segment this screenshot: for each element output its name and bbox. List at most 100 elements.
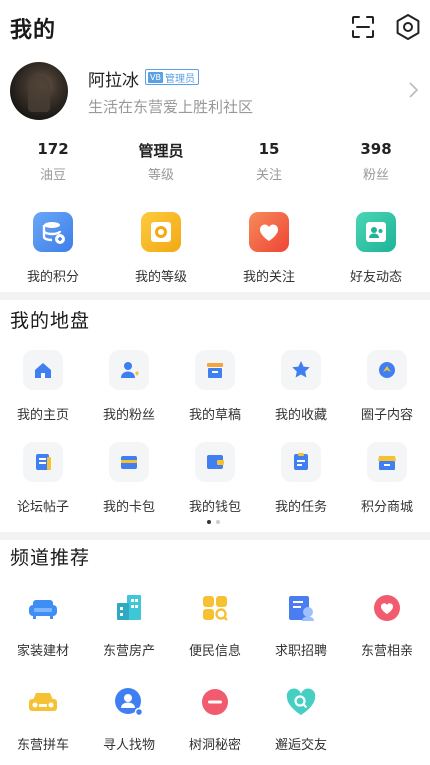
grid-item-wallet[interactable]: 我的钱包 [172, 442, 258, 515]
channel-home-furnishing[interactable]: 家装建材 [0, 588, 86, 659]
stats-row: 172 油豆 管理员 等级 15 关注 398 粉丝 [0, 140, 430, 188]
channel-label: 家装建材 [16, 644, 69, 659]
profile-page: 我的 阿拉冰 VB 管理员 生活在东营爱上胜利社区 172 油豆 管理员 等级 … [0, 0, 430, 765]
database-icon [33, 212, 73, 252]
channel-dating[interactable]: 东营相亲 [344, 588, 430, 659]
grid-item-label: 我的草稿 [188, 408, 241, 423]
heart-search-icon [281, 682, 321, 722]
stat-label: 粉丝 [362, 168, 389, 183]
quick-action-points[interactable]: 我的积分 [10, 212, 96, 285]
resume-icon [281, 588, 321, 628]
grid-item-card-pack[interactable]: 我的卡包 [86, 442, 172, 515]
top-bar: 我的 [0, 0, 430, 56]
grid-item-favorites[interactable]: 我的收藏 [258, 350, 344, 423]
grid-item-tasks[interactable]: 我的任务 [258, 442, 344, 515]
section-divider [0, 292, 430, 300]
wallet-icon [195, 442, 235, 482]
stat-beans[interactable]: 172 油豆 [10, 140, 96, 183]
profile-card[interactable]: 阿拉冰 VB 管理员 生活在东营爱上胜利社区 [0, 58, 430, 128]
stat-label: 油豆 [39, 168, 66, 183]
grid-item-drafts[interactable]: 我的草稿 [172, 350, 258, 423]
task-icon [281, 442, 321, 482]
grid-item-forum-posts[interactable]: 论坛帖子 [0, 442, 86, 515]
channel-label: 求职招聘 [274, 644, 327, 659]
channel-label: 寻人找物 [102, 738, 155, 753]
grid-item-label: 我的收藏 [274, 408, 327, 423]
stat-level[interactable]: 管理员 等级 [118, 140, 204, 183]
stat-value: 15 [258, 140, 280, 158]
channel-jobs[interactable]: 求职招聘 [258, 588, 344, 659]
section-title-territory: 我的地盘 [10, 310, 91, 332]
channel-carpool[interactable]: 东营拼车 [0, 682, 86, 753]
channel-label: 便民信息 [188, 644, 241, 659]
role-badge: VB 管理员 [145, 69, 199, 85]
quick-action-friends[interactable]: 好友动态 [333, 212, 419, 285]
badge-label: 管理员 [164, 73, 195, 85]
post-icon [23, 442, 63, 482]
search-person-icon [109, 682, 149, 722]
quick-action-following[interactable]: 我的关注 [226, 212, 312, 285]
channel-label: 东营拼车 [16, 738, 69, 753]
circle-icon [367, 350, 407, 390]
grid-item-label: 我的粉丝 [102, 408, 155, 423]
grid-item-home[interactable]: 我的主页 [0, 350, 86, 423]
secret-icon [195, 682, 235, 722]
star-icon [281, 350, 321, 390]
stat-value: 172 [37, 140, 69, 158]
section-divider [0, 532, 430, 540]
love-icon [367, 588, 407, 628]
grid-item-label: 积分商城 [360, 500, 413, 515]
channel-tree-hole[interactable]: 树洞秘密 [172, 682, 258, 753]
fans-icon [109, 350, 149, 390]
draft-icon [195, 350, 235, 390]
apps-icon [195, 588, 235, 628]
section-title-channels: 频道推荐 [10, 547, 91, 569]
settings-gear-icon[interactable] [393, 12, 423, 42]
quick-actions: 我的积分 我的等级 我的关注 好友动态 [0, 212, 430, 292]
quick-action-label: 我的积分 [26, 270, 79, 285]
username: 阿拉冰 [88, 71, 139, 91]
quick-action-label: 我的等级 [134, 270, 187, 285]
grid-item-label: 我的钱包 [188, 500, 241, 515]
shop-icon [367, 442, 407, 482]
grid-item-label: 论坛帖子 [16, 500, 69, 515]
page-dot-active [207, 520, 211, 524]
grid-item-label: 我的卡包 [102, 500, 155, 515]
quick-action-label: 好友动态 [349, 270, 402, 285]
quick-action-label: 我的关注 [242, 270, 295, 285]
channel-local-info[interactable]: 便民信息 [172, 588, 258, 659]
channel-label: 邂逅交友 [274, 738, 327, 753]
channel-lost-found[interactable]: 寻人找物 [86, 682, 172, 753]
stat-following[interactable]: 15 关注 [226, 140, 312, 183]
channel-label: 树洞秘密 [188, 738, 241, 753]
avatar[interactable] [10, 62, 68, 120]
stat-value: 管理员 [138, 142, 184, 160]
home-icon [23, 350, 63, 390]
channel-real-estate[interactable]: 东营房产 [86, 588, 172, 659]
grid-item-label: 圈子内容 [360, 408, 413, 423]
medal-icon [141, 212, 181, 252]
user-bio: 生活在东营爱上胜利社区 [88, 98, 254, 116]
channel-meet-friends[interactable]: 邂逅交友 [258, 682, 344, 753]
scan-icon[interactable] [349, 13, 377, 41]
page-indicator [205, 520, 225, 524]
stat-fans[interactable]: 398 粉丝 [333, 140, 419, 183]
badge-prefix: VB [148, 71, 163, 83]
quick-action-level[interactable]: 我的等级 [118, 212, 204, 285]
heart-icon [249, 212, 289, 252]
stat-value: 398 [360, 140, 392, 158]
car-icon [23, 682, 63, 722]
channel-label: 东营相亲 [360, 644, 413, 659]
page-title: 我的 [10, 18, 57, 43]
grid-item-points-mall[interactable]: 积分商城 [344, 442, 430, 515]
page-dot [216, 520, 220, 524]
channel-label: 东营房产 [102, 644, 155, 659]
grid-item-circle-content[interactable]: 圈子内容 [344, 350, 430, 423]
building-icon [109, 588, 149, 628]
stat-label: 等级 [147, 168, 174, 183]
grid-item-label: 我的主页 [16, 408, 69, 423]
chevron-right-icon[interactable] [406, 80, 420, 100]
grid-item-fans[interactable]: 我的粉丝 [86, 350, 172, 423]
card-icon [109, 442, 149, 482]
grid-item-label: 我的任务 [274, 500, 327, 515]
